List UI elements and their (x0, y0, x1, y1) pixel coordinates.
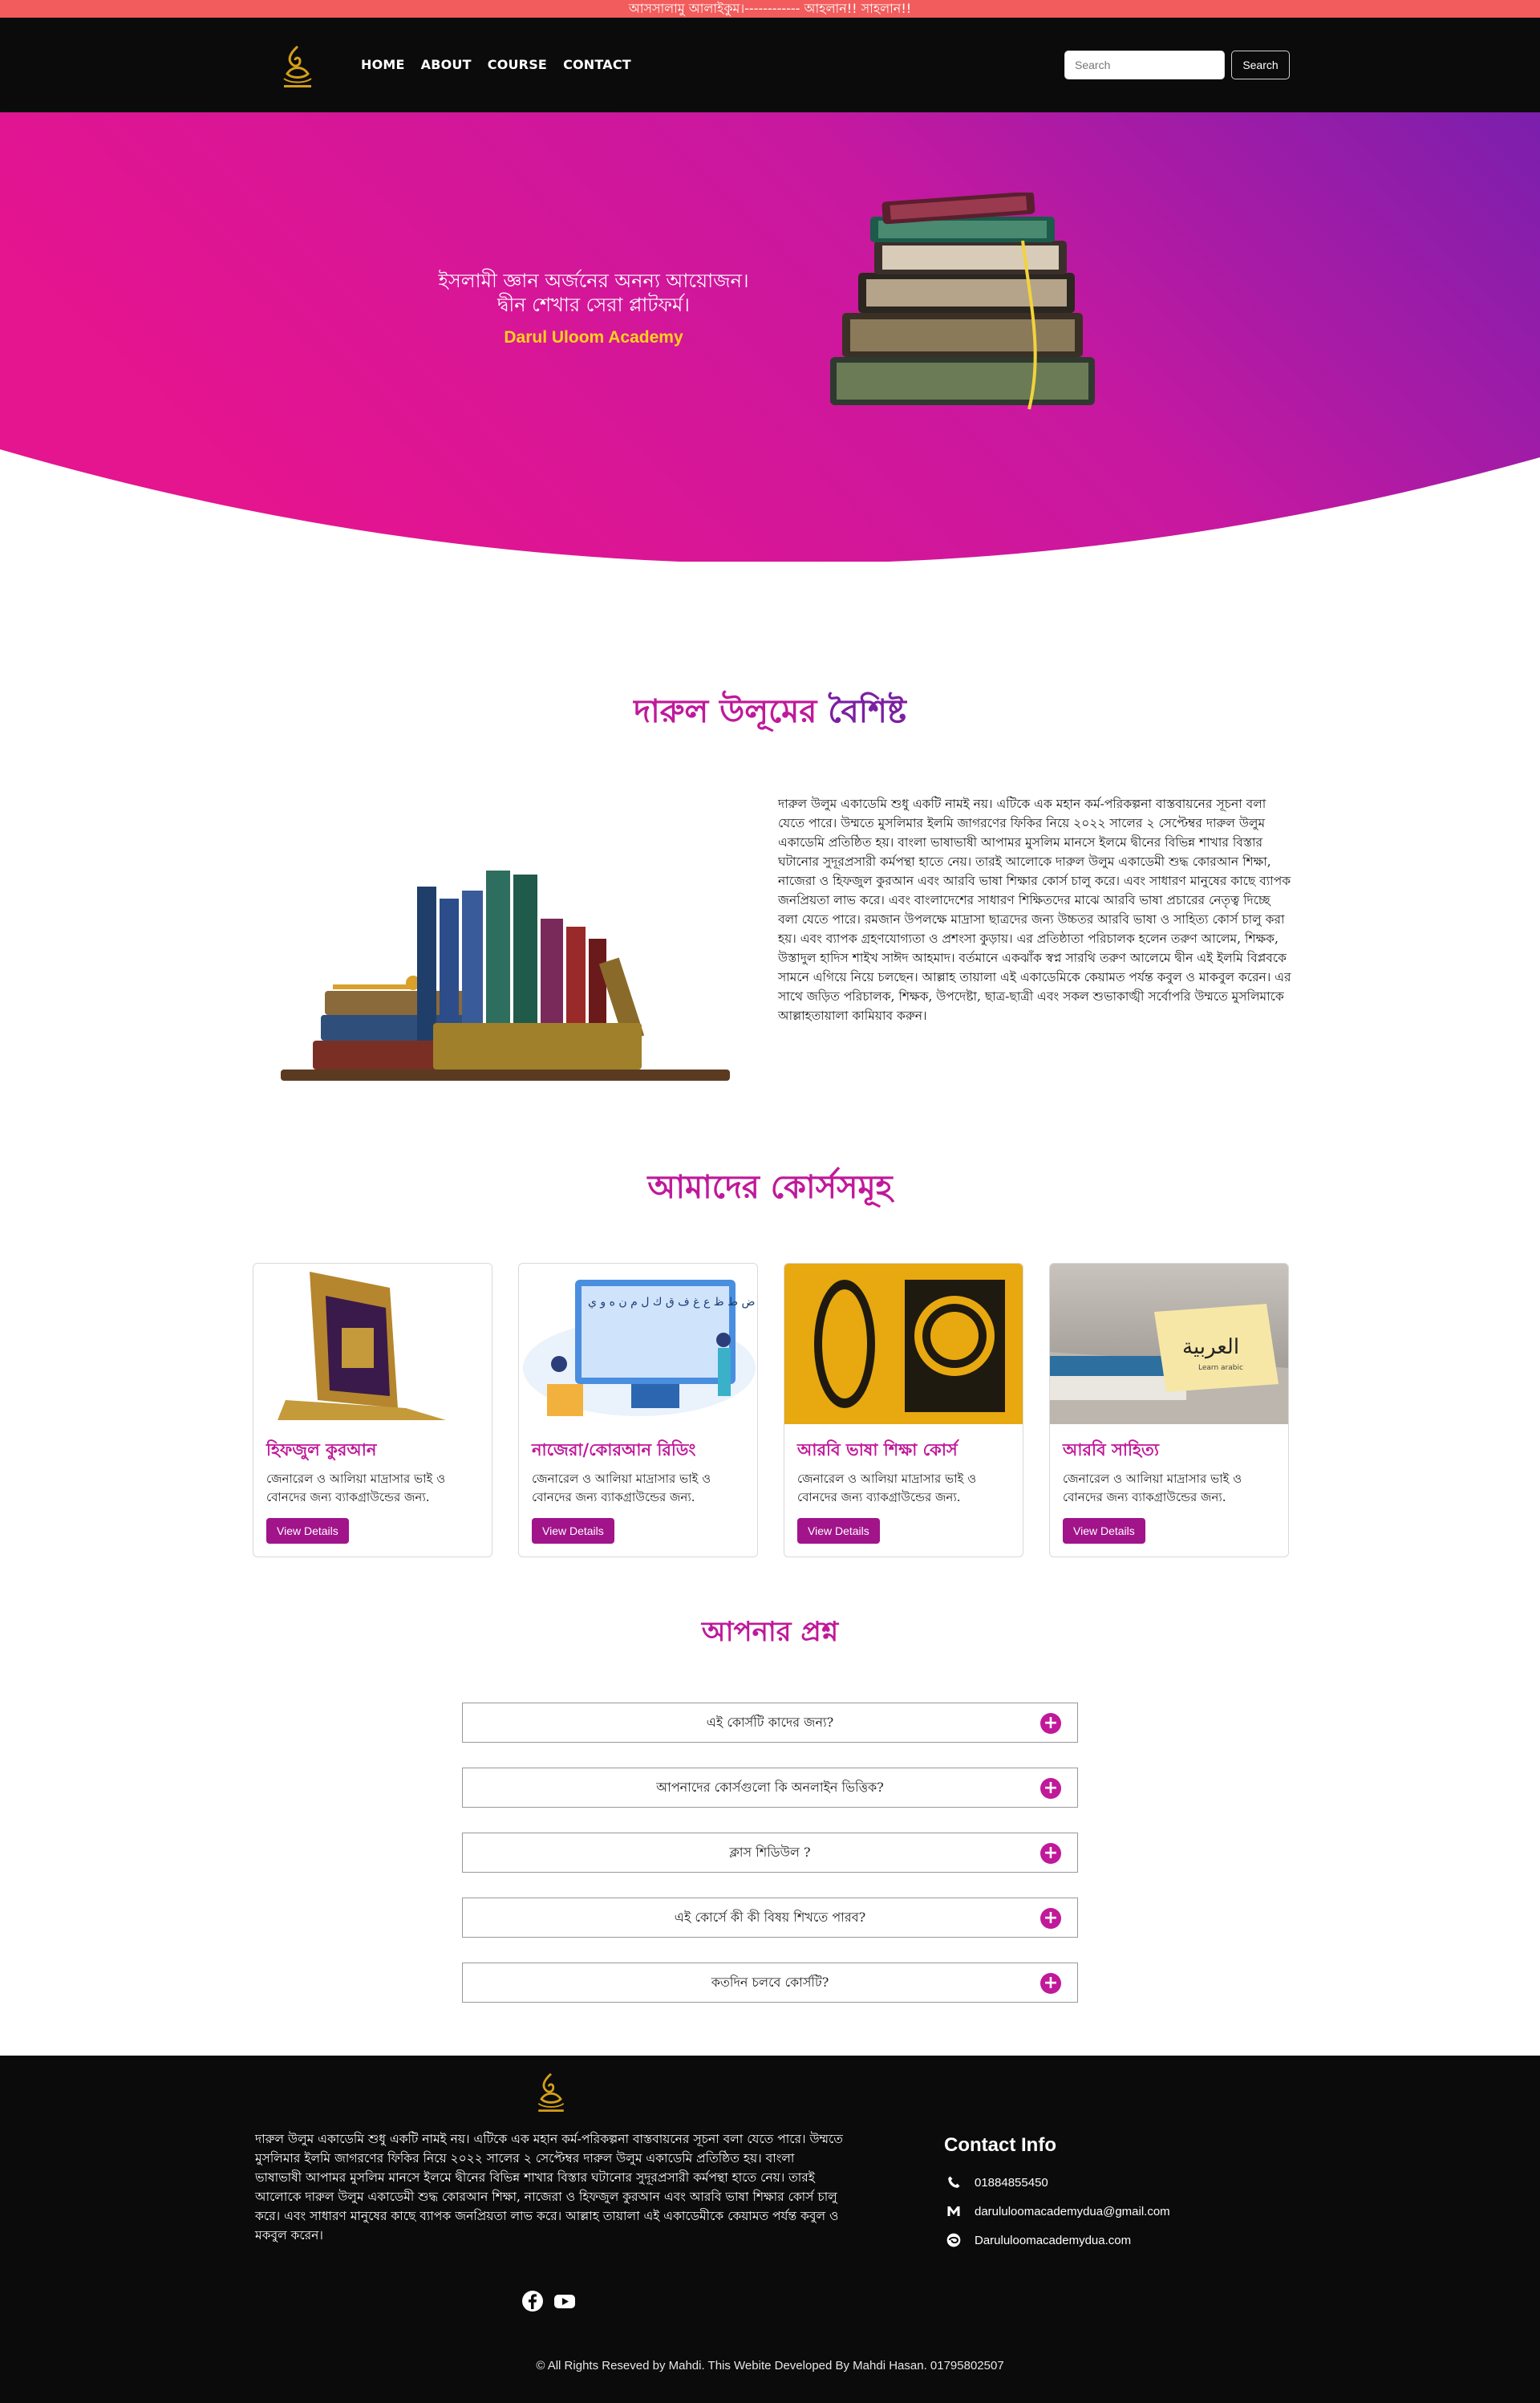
contact-website: Darululoomacademydua.com (944, 2226, 1170, 2255)
courses-title: আমাদের কোর্সসমূহ (647, 1168, 893, 1206)
email-icon (944, 2202, 963, 2221)
contact-email: darululoomacademydua@gmail.com (944, 2197, 1170, 2226)
phone-number[interactable]: 01884855450 (975, 2176, 1048, 2190)
view-details-button[interactable]: View Details (266, 1518, 349, 1544)
faq-list: এই কোর্সটি কাদের জন্য? + আপনাদের কোর্সগু… (462, 1703, 1078, 2028)
hero-background (0, 112, 1540, 562)
plus-icon[interactable]: + (1040, 1908, 1061, 1929)
youtube-icon[interactable] (553, 2290, 576, 2312)
course-title: আরবি সাহিত্য (1063, 1439, 1159, 1459)
course-title: আরবি ভাষা শিক্ষা কোর্স (797, 1439, 958, 1459)
nav-course[interactable]: COURSE (488, 57, 547, 72)
plus-icon[interactable]: + (1040, 1973, 1061, 1994)
faq-question: ক্লাস শিডিউল ? (729, 1845, 811, 1860)
plus-icon[interactable]: + (1040, 1713, 1061, 1734)
features-title: দারুল উলূমের বৈশিষ্ট (634, 692, 906, 730)
hero-headline: ইসলামী জ্ঞান অর্জনের অনন্য আয়োজন। দ্বীন… (438, 270, 749, 316)
faq-title: আপনার প্রশ্ন (701, 1616, 839, 1648)
course-description: জেনারেল ও আলিয়া মাদ্রাসার ভাই ও বোনদের … (532, 1471, 711, 1504)
course-grid: হিফজুল কুরআন জেনারেল ও আলিয়া মাদ্রাসার … (253, 1263, 1289, 1557)
course-card-nazera: ا ب ت ث ج ح خ د ذ ر ز س ش ص ض ط ظ ع غ ف … (518, 1263, 758, 1557)
navbar: HOME ABOUT COURSE CONTACT Search (0, 18, 1540, 112)
faq-question: এই কোর্সে কী কী বিষয় শিখতে পারব? (674, 1910, 866, 1925)
course-title: নাজেরা/কোরআন রিডিং (532, 1439, 696, 1459)
course-description: জেনারেল ও আলিয়া মাদ্রাসার ভাই ও বোনদের … (266, 1471, 446, 1504)
arabic-notebook-image: العربية Learn arabic (1050, 1264, 1288, 1424)
marquee-text: আসসালামু আলাইকুম।------------ আহলান!! সা… (628, 1, 912, 16)
view-details-button[interactable]: View Details (1063, 1518, 1145, 1544)
search-button[interactable]: Search (1231, 51, 1290, 79)
hero-text: ইসলামী জ্ঞান অর্জনের অনন্য আয়োজন। দ্বীন… (425, 269, 762, 347)
books-illustration (249, 830, 762, 1095)
plus-icon[interactable]: + (1040, 1778, 1061, 1799)
hero-section: ইসলামী জ্ঞান অর্জনের অনন্য আয়োজন। দ্বীন… (0, 112, 1540, 562)
view-details-button[interactable]: View Details (797, 1518, 880, 1544)
faq-item[interactable]: এই কোর্সটি কাদের জন্য? + (462, 1703, 1078, 1743)
nav-contact[interactable]: CONTACT (563, 57, 631, 72)
quran-stand-image (253, 1264, 492, 1424)
footer-logo-icon[interactable] (531, 2068, 571, 2116)
course-description: জেনারেল ও আলিয়া মাদ্রাসার ভাই ও বোনদের … (797, 1471, 977, 1504)
email-address[interactable]: darululoomacademydua@gmail.com (975, 2205, 1170, 2218)
faq-question: কতদিন চলবে কোর্সটি? (711, 1975, 829, 1990)
website-link[interactable]: Darululoomacademydua.com (975, 2234, 1131, 2247)
arabic-card-text: العربية (1182, 1335, 1239, 1359)
course-description: জেনারেল ও আলিয়া মাদ্রাসার ভাই ও বোনদের … (1063, 1471, 1242, 1504)
search-input[interactable] (1064, 51, 1225, 79)
copyright-text: © All Rights Reseved by Mahdi. This Webi… (536, 2359, 1004, 2373)
facebook-icon[interactable] (521, 2290, 544, 2312)
social-links (521, 2290, 576, 2312)
arabic-card-subtext: Learn arabic (1198, 1364, 1243, 1372)
faq-question: এই কোর্সটি কাদের জন্য? (706, 1715, 834, 1730)
contact-title: Contact Info (944, 2134, 1056, 2156)
web-icon (944, 2230, 963, 2250)
faq-item[interactable]: এই কোর্সে কী কী বিষয় শিখতে পারব? + (462, 1898, 1078, 1938)
course-title: হিফজুল কুরআন (266, 1439, 377, 1459)
plus-icon[interactable]: + (1040, 1843, 1061, 1864)
contact-phone: 01884855450 (944, 2168, 1170, 2197)
course-card-hifz: হিফজুল কুরআন জেনারেল ও আলিয়া মাদ্রাসার … (253, 1263, 492, 1557)
features-description: দারুল উলুম একাডেমি শুধু একটি নামই নয়। এ… (778, 797, 1291, 1023)
hero-brand: Darul Uloom Academy (504, 328, 683, 347)
phone-icon (944, 2173, 963, 2192)
footer-about-text: দারুল উলুম একাডেমি শুধু একটি নামই নয়। এ… (255, 2132, 843, 2243)
welcome-marquee: আসসালামু আলাইকুম।------------ আহলান!! সা… (0, 0, 1540, 18)
footer: দারুল উলুম একাডেমি শুধু একটি নামই নয়। এ… (0, 2056, 1540, 2403)
alphabet-learning-image: ا ب ت ث ج ح خ د ذ ر ز س ش ص ض ط ظ ع غ ف … (519, 1264, 757, 1424)
course-card-arabic-language: আরবি ভাষা শিক্ষা কোর্স জেনারেল ও আলিয়া … (784, 1263, 1023, 1557)
nav-home[interactable]: HOME (361, 57, 405, 72)
book-stack-image (830, 193, 1095, 410)
calligraphy-image (784, 1264, 1023, 1424)
faq-item[interactable]: কতদিন চলবে কোর্সটি? + (462, 1963, 1078, 2003)
contact-list: 01884855450 darululoomacademydua@gmail.c… (944, 2168, 1170, 2255)
faq-question: আপনাদের কোর্সগুলো কি অনলাইন ভিত্তিক? (656, 1780, 884, 1795)
page: আসসালামু আলাইকুম।------------ আহলান!! সা… (0, 0, 1540, 2403)
course-card-arabic-literature: العربية Learn arabic আরবি সাহিত্য জেনারে… (1049, 1263, 1289, 1557)
nav-links: HOME ABOUT COURSE CONTACT (361, 57, 631, 72)
logo-icon[interactable] (276, 42, 319, 90)
faq-item[interactable]: ক্লাস শিডিউল ? + (462, 1833, 1078, 1873)
faq-item[interactable]: আপনাদের কোর্সগুলো কি অনলাইন ভিত্তিক? + (462, 1768, 1078, 1808)
nav-about[interactable]: ABOUT (421, 57, 472, 72)
view-details-button[interactable]: View Details (532, 1518, 614, 1544)
alphabet-text: ا ب ت ث ج ح خ د ذ ر ز س ش ص ض ط ظ ع غ ف … (588, 1296, 757, 1309)
